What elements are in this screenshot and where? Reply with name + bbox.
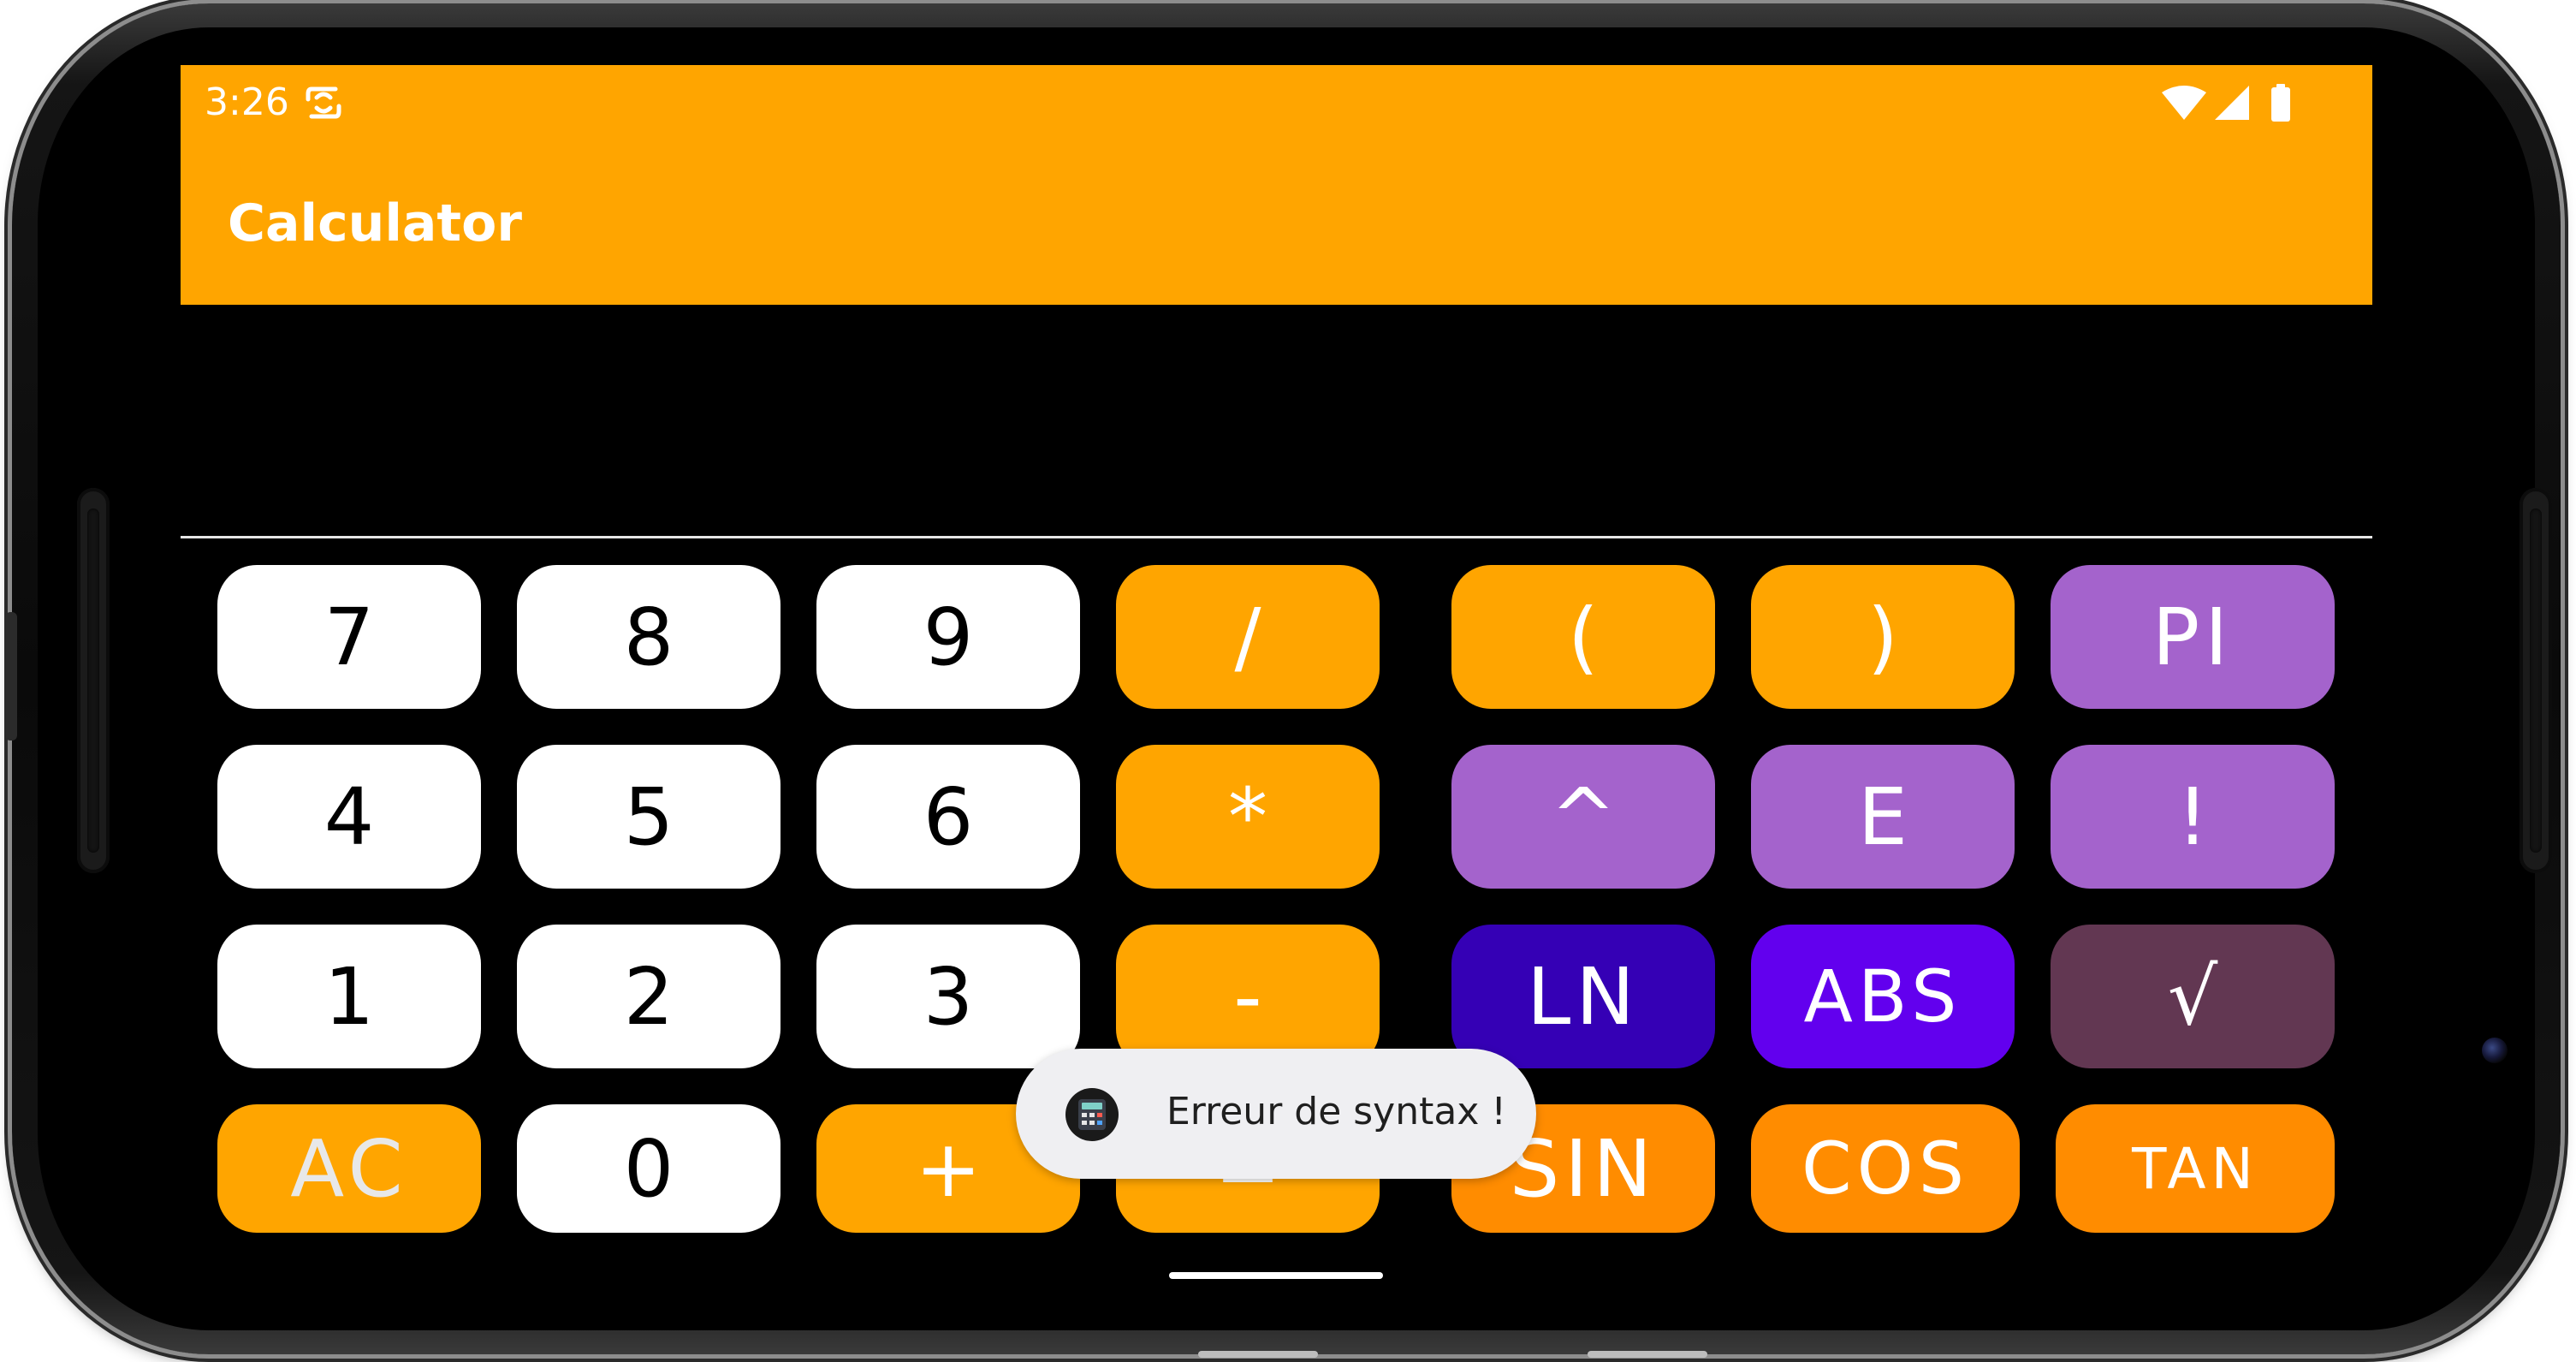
status-time: 3:26 — [205, 80, 289, 124]
device-bottom-detail — [1198, 1351, 1318, 1358]
key-open-paren[interactable]: ( — [1451, 565, 1715, 709]
sync-icon — [306, 86, 341, 119]
key-minus[interactable]: - — [1116, 925, 1380, 1068]
app-title: Calculator — [228, 193, 522, 253]
device-bottom-detail — [1588, 1351, 1707, 1358]
key-pi[interactable]: PI — [2051, 565, 2335, 709]
key-7[interactable]: 7 — [217, 565, 481, 709]
key-6[interactable]: 6 — [816, 745, 1080, 889]
toast-notification: Erreur de syntax ! — [1016, 1049, 1536, 1179]
battery-icon — [2271, 87, 2290, 122]
key-4[interactable]: 4 — [217, 745, 481, 889]
key-e[interactable]: E — [1751, 745, 2015, 889]
device-side-button — [5, 612, 17, 740]
key-clear[interactable]: AC — [217, 1104, 481, 1233]
key-divide[interactable]: / — [1116, 565, 1380, 709]
key-multiply[interactable]: * — [1116, 745, 1380, 889]
speaker-grille-left — [77, 488, 110, 873]
status-icons — [2162, 84, 2290, 122]
speaker-grille-right — [2520, 488, 2552, 873]
app-bar: 3:26 Calculator — [181, 65, 2372, 305]
key-power[interactable]: ^ — [1451, 745, 1715, 889]
toast-message: Erreur de syntax ! — [1166, 1090, 1506, 1133]
display-divider — [181, 536, 2372, 538]
key-1[interactable]: 1 — [217, 925, 481, 1068]
key-ln[interactable]: LN — [1451, 925, 1715, 1068]
key-close-paren[interactable]: ) — [1751, 565, 2015, 709]
key-factorial[interactable]: ! — [2051, 745, 2335, 889]
front-camera — [2482, 1038, 2508, 1063]
key-sqrt[interactable]: √ — [2051, 925, 2335, 1068]
calculator-app-icon — [1065, 1088, 1119, 1141]
key-cos[interactable]: COS — [1751, 1104, 2020, 1233]
wifi-icon — [2162, 86, 2206, 120]
key-9[interactable]: 9 — [816, 565, 1080, 709]
key-8[interactable]: 8 — [517, 565, 781, 709]
gesture-navigation-bar[interactable] — [1169, 1272, 1383, 1279]
key-abs[interactable]: ABS — [1751, 925, 2015, 1068]
phone-screen: 3:26 Calculator 7 8 9 / ( ) PI 4 5 6 * ^… — [181, 65, 2372, 1300]
key-tan[interactable]: TAN — [2056, 1104, 2335, 1233]
key-3[interactable]: 3 — [816, 925, 1080, 1068]
key-0[interactable]: 0 — [517, 1104, 781, 1233]
key-5[interactable]: 5 — [517, 745, 781, 889]
result-display — [181, 305, 2372, 601]
key-2[interactable]: 2 — [517, 925, 781, 1068]
cellular-signal-icon — [2215, 86, 2249, 120]
